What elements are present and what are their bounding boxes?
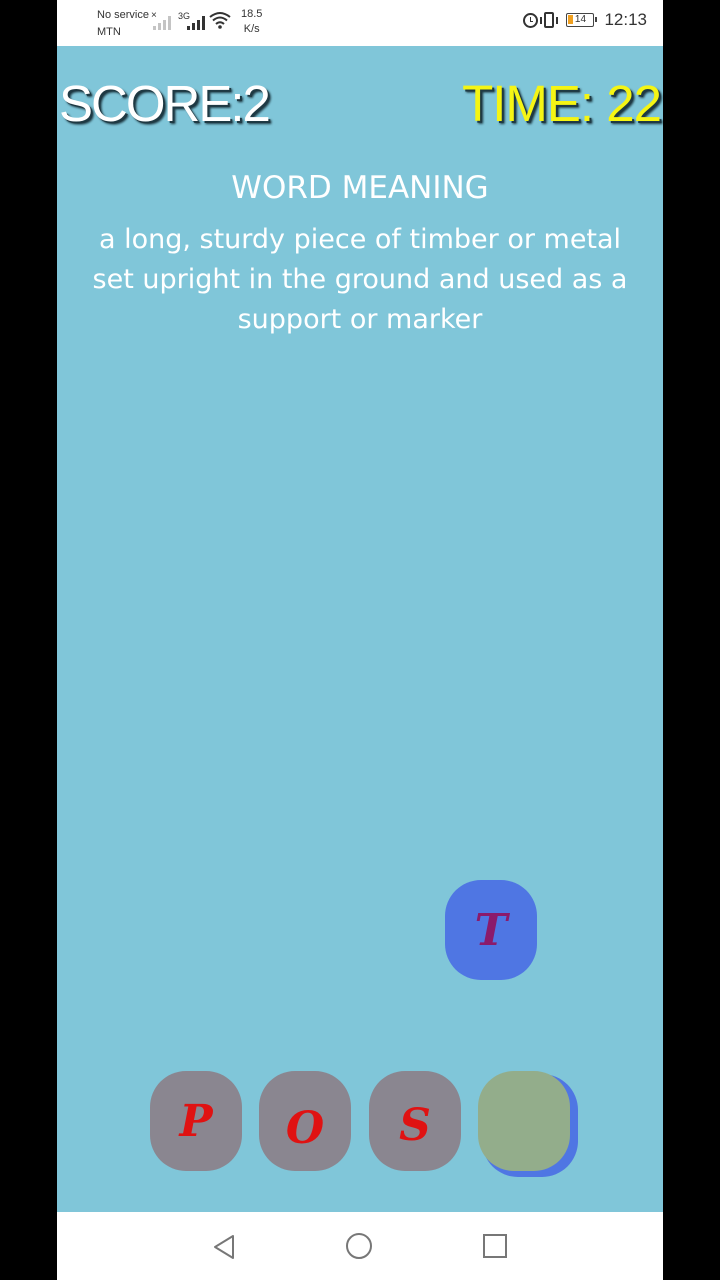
status-icons: 14 12:13 — [523, 10, 647, 30]
vibrate-icon — [540, 12, 559, 28]
alarm-icon — [523, 12, 539, 28]
navigation-bar — [57, 1212, 663, 1280]
word-meaning-title: WORD MEANING — [231, 170, 489, 206]
signal-dim-icon — [153, 12, 171, 30]
answer-slot-2[interactable]: O — [259, 1071, 351, 1171]
answer-slot-3[interactable]: S — [369, 1071, 461, 1171]
signal-icon — [187, 12, 205, 30]
speed-value: 18.5 — [241, 8, 263, 20]
empty-slot — [478, 1071, 570, 1171]
clock: 12:13 — [604, 10, 647, 29]
network-speed: 18.5 K/s — [241, 7, 262, 37]
answer-slot-4[interactable] — [478, 1071, 578, 1177]
speed-unit: K/s — [243, 23, 260, 35]
status-bar: No service × MTN 3G 18.5 K/s 14 12:13 — [57, 0, 663, 46]
wifi-icon — [209, 11, 231, 33]
home-icon[interactable] — [346, 1233, 372, 1259]
carrier-name: MTN — [97, 26, 121, 38]
battery-level: 14 — [574, 14, 587, 25]
battery-icon: 14 — [566, 13, 598, 27]
answer-slot-1[interactable]: P — [150, 1071, 242, 1171]
score-label: SCORE:2 — [59, 75, 271, 132]
carrier-status: No service — [97, 9, 149, 21]
carrier-info: No service × MTN — [97, 7, 157, 41]
back-icon[interactable] — [212, 1234, 236, 1264]
phone-screen: No service × MTN 3G 18.5 K/s 14 12:13 SC… — [57, 0, 663, 1280]
word-meaning-text: a long, sturdy piece of timber or metal … — [92, 224, 628, 335]
time-label: TIME: 22 — [462, 75, 662, 132]
game-area: SCORE:2 TIME: 22 WORD MEANING a long, st… — [57, 46, 663, 1212]
letter-tile-t[interactable]: T — [445, 880, 537, 980]
recent-apps-icon[interactable] — [483, 1234, 507, 1258]
